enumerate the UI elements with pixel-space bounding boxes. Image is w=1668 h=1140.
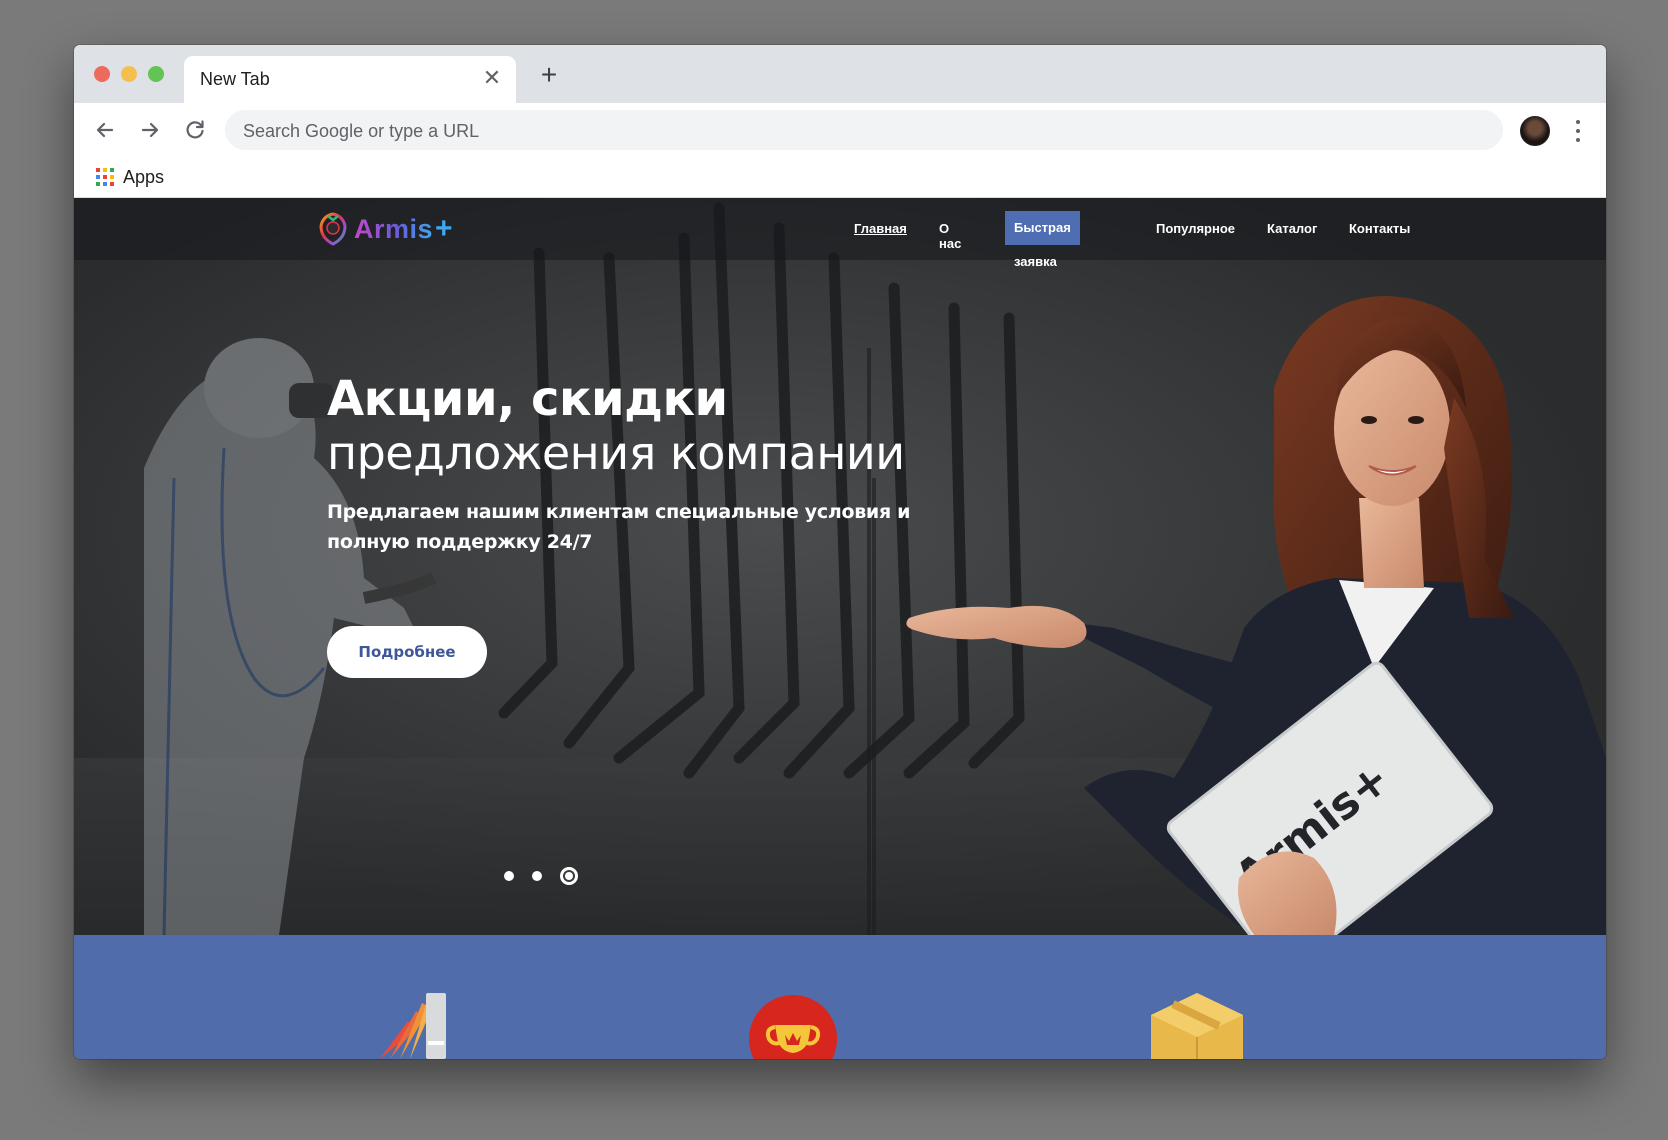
maximize-window-button[interactable]	[148, 66, 164, 82]
logo-plus: +	[435, 212, 453, 245]
site-logo[interactable]: Armis +	[318, 212, 453, 246]
browser-window: New Tab ✕ + Apps	[74, 45, 1606, 1059]
browser-tab[interactable]: New Tab ✕	[184, 56, 516, 103]
box-icon	[1151, 993, 1243, 1059]
address-bar[interactable]	[225, 110, 1503, 152]
plus-icon[interactable]: +	[534, 60, 564, 90]
close-icon[interactable]: ✕	[480, 66, 504, 90]
hero-slider: Armis+ Armis + Главная О нас Быстрая зая…	[74, 198, 1606, 935]
nav-item-quick-request[interactable]: Быстрая заявка	[1005, 211, 1080, 269]
hero-title-light: предложения компании	[327, 426, 905, 480]
back-arrow-icon[interactable]	[90, 115, 120, 145]
slider-dot-1[interactable]	[504, 871, 514, 881]
nav-item-home[interactable]: Главная	[854, 221, 907, 236]
forward-arrow-icon[interactable]	[135, 115, 165, 145]
omnibox-input[interactable]	[241, 110, 1485, 152]
trophy-icon	[749, 995, 837, 1059]
more-vert-icon[interactable]	[1568, 115, 1588, 145]
hero-text-block: Акции, скидки предложения компании Предл…	[327, 371, 917, 557]
slider-dot-3-active[interactable]	[560, 867, 578, 885]
nav-item-about[interactable]: О нас	[939, 221, 961, 251]
features-band	[74, 935, 1606, 1059]
reload-icon[interactable]	[180, 115, 210, 145]
slider-dot-2[interactable]	[532, 871, 542, 881]
nav-item-catalog[interactable]: Каталог	[1267, 221, 1317, 236]
nav-item-popular[interactable]: Популярное	[1156, 221, 1235, 236]
hero-background-image: Armis+	[74, 198, 1606, 935]
minimize-window-button[interactable]	[121, 66, 137, 82]
apps-grid-icon	[96, 168, 114, 186]
bookmarks-bar: Apps	[74, 157, 1606, 198]
lion-logo-icon	[319, 212, 347, 246]
more-button[interactable]: Подробнее	[327, 626, 487, 678]
nav-item-contacts[interactable]: Контакты	[1349, 221, 1410, 236]
web-page: Armis+ Armis + Главная О нас Быстрая зая…	[74, 198, 1606, 1059]
color-palette-icon	[380, 993, 446, 1059]
tab-title: New Tab	[200, 69, 270, 89]
profile-avatar[interactable]	[1520, 116, 1550, 146]
logo-text: Armis	[354, 213, 434, 244]
site-header: Armis + Главная О нас Быстрая заявка Поп…	[74, 198, 1606, 269]
close-window-button[interactable]	[94, 66, 110, 82]
browser-toolbar	[74, 103, 1606, 157]
apps-label: Apps	[123, 166, 165, 187]
bookmark-apps[interactable]: Apps	[96, 163, 164, 191]
tab-strip: New Tab ✕ +	[74, 45, 1606, 103]
hero-subtitle: Предлагаем нашим клиентам специальные ус…	[327, 501, 911, 553]
hero-title-bold: Акции, скидки	[327, 371, 728, 427]
slider-dots	[504, 867, 596, 885]
